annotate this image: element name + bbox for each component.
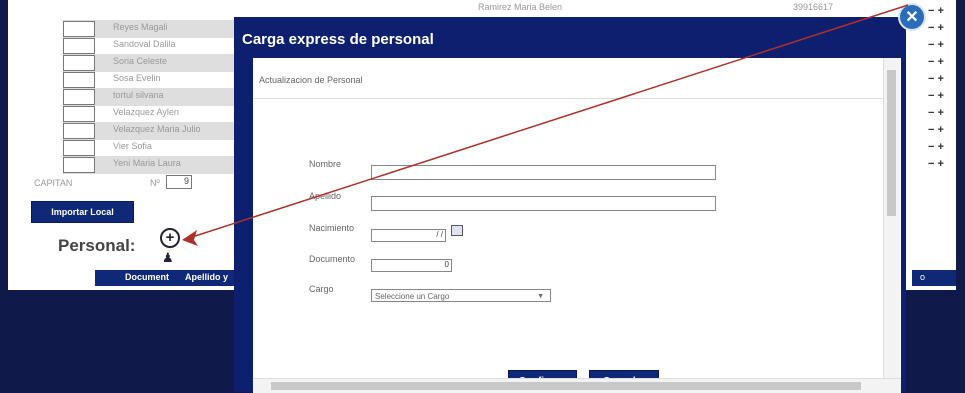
annotation-arrow [182, 4, 909, 246]
